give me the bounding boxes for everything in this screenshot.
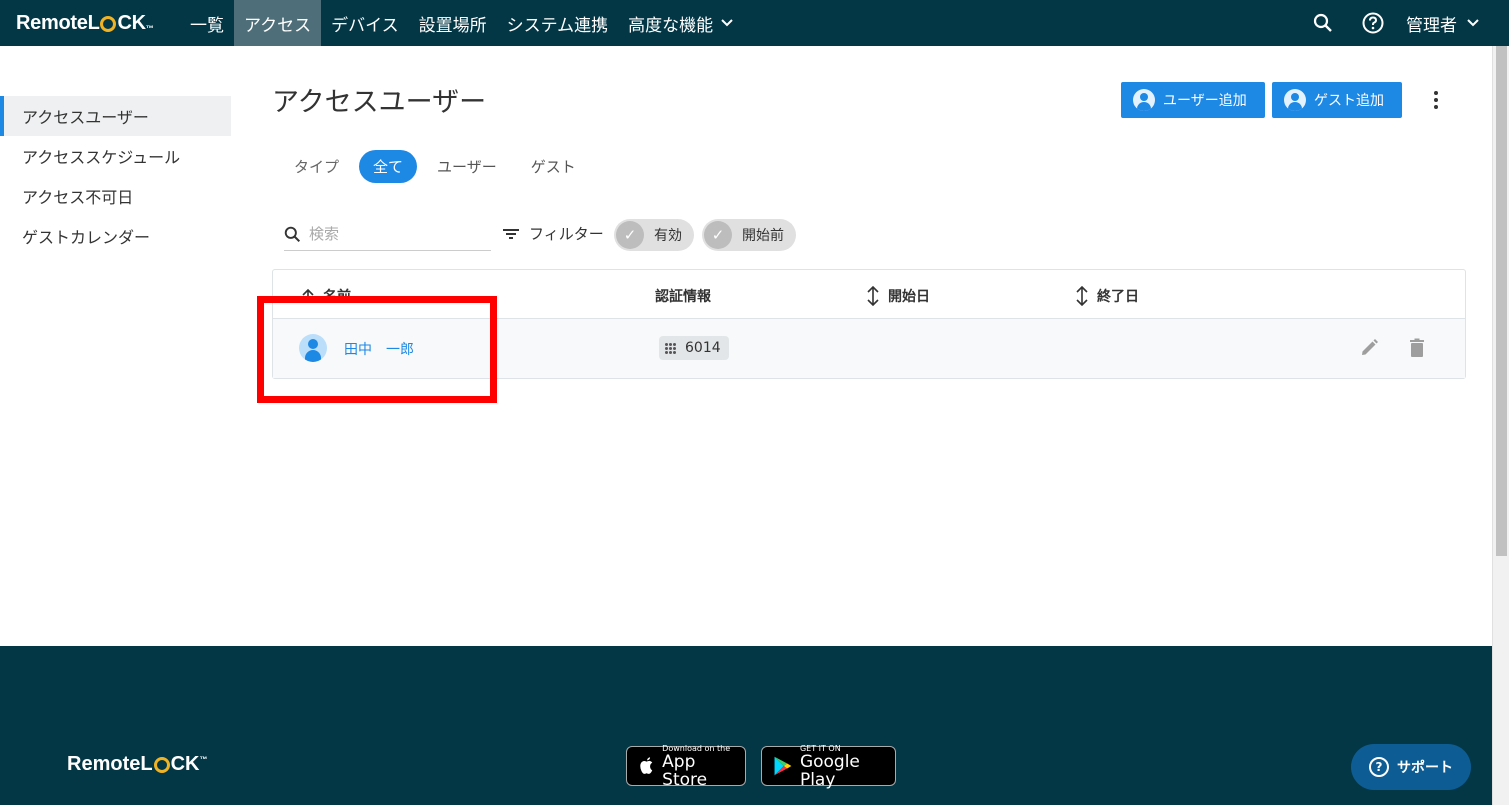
filter-chip-upcoming[interactable]: ✓ 開始前 bbox=[702, 219, 796, 251]
sidebar-item-label: アクセスユーザー bbox=[22, 108, 149, 127]
nav-label: デバイス bbox=[331, 15, 399, 36]
sidebar-item-access-schedule[interactable]: アクセススケジュール bbox=[0, 136, 231, 176]
nav-label: 高度な機能 bbox=[628, 15, 714, 36]
nav-label: アクセス bbox=[244, 15, 312, 36]
brand-name-l: L bbox=[87, 11, 100, 34]
chip-label: 有効 bbox=[654, 228, 682, 244]
sidebar: アクセスユーザー アクセススケジュール アクセス不可日 ゲストカレンダー bbox=[0, 96, 231, 256]
page-scrollbar[interactable] bbox=[1492, 46, 1509, 805]
chip-label: 開始前 bbox=[742, 228, 784, 244]
nav-label: システム連携 bbox=[506, 15, 609, 36]
column-start-date[interactable]: 開始日 bbox=[866, 286, 930, 306]
search-icon bbox=[284, 226, 301, 242]
user-avatar-icon bbox=[1133, 89, 1155, 111]
edit-pencil-icon[interactable] bbox=[1358, 337, 1380, 359]
scrollbar-thumb[interactable] bbox=[1496, 46, 1507, 556]
add-guest-button[interactable]: ゲスト追加 bbox=[1272, 82, 1402, 118]
add-user-button[interactable]: ユーザー追加 bbox=[1121, 82, 1265, 118]
top-nav-bar: Remote L CK ™ 一覧 アクセス デバイス 設置場所 システム連携 高度な機… bbox=[0, 0, 1509, 46]
brand-name-left: Remote bbox=[16, 11, 88, 34]
credential-value: 6014 bbox=[685, 340, 721, 356]
sidebar-item-label: アクセス不可日 bbox=[22, 188, 134, 207]
sidebar-item-access-users[interactable]: アクセスユーザー bbox=[0, 96, 231, 136]
pin-credential-badge: 6014 bbox=[659, 336, 729, 360]
chevron-down-icon bbox=[721, 19, 733, 27]
filter-button[interactable]: フィルター bbox=[503, 223, 604, 244]
nav-label: 設置場所 bbox=[418, 15, 487, 36]
add-user-label: ユーザー追加 bbox=[1163, 93, 1247, 109]
nav-label: 一覧 bbox=[190, 15, 224, 36]
main-nav: 一覧 アクセス デバイス 設置場所 システム連携 高度な機能 bbox=[180, 0, 743, 46]
sidebar-item-guest-calendar[interactable]: ゲストカレンダー bbox=[0, 216, 231, 256]
add-guest-label: ゲスト追加 bbox=[1314, 93, 1384, 109]
google-play-icon bbox=[774, 756, 792, 776]
tab-users[interactable]: ユーザー bbox=[423, 150, 511, 183]
help-icon[interactable] bbox=[1362, 12, 1384, 34]
app-store-badge[interactable]: Download on the App Store bbox=[626, 744, 746, 789]
apple-icon bbox=[640, 757, 653, 774]
nav-item-integrations[interactable]: システム連携 bbox=[497, 0, 619, 46]
support-label: サポート bbox=[1397, 760, 1453, 776]
sidebar-item-label: アクセススケジュール bbox=[22, 148, 181, 167]
brand-logo[interactable]: Remote L CK ™ bbox=[0, 12, 180, 35]
type-label: タイプ bbox=[294, 158, 340, 176]
footer: Remote L CK ™ Download on the App Store GET… bbox=[0, 646, 1492, 805]
column-credential: 認証情報 bbox=[655, 289, 711, 305]
support-button[interactable]: ? サポート bbox=[1351, 744, 1471, 790]
page-title: アクセスユーザー bbox=[272, 87, 487, 118]
nav-item-devices[interactable]: デバイス bbox=[321, 0, 409, 46]
lock-icon bbox=[100, 16, 117, 32]
nav-item-overview[interactable]: 一覧 bbox=[180, 0, 234, 46]
type-tabs: タイプ 全て ユーザー ゲスト bbox=[280, 150, 596, 183]
tab-guests[interactable]: ゲスト bbox=[517, 150, 590, 183]
admin-label: 管理者 bbox=[1406, 15, 1457, 36]
sidebar-item-label: ゲストカレンダー bbox=[22, 228, 151, 247]
check-icon: ✓ bbox=[704, 221, 732, 249]
help-icon: ? bbox=[1369, 757, 1389, 777]
admin-menu[interactable]: 管理者 bbox=[1406, 11, 1479, 36]
search-icon[interactable] bbox=[1312, 12, 1334, 34]
guest-avatar-icon bbox=[1284, 89, 1306, 111]
trademark: ™ bbox=[145, 23, 154, 33]
filter-chip-active[interactable]: ✓ 有効 bbox=[614, 219, 694, 251]
brand-name-tail: CK bbox=[117, 11, 146, 34]
sidebar-item-blackout-dates[interactable]: アクセス不可日 bbox=[0, 176, 231, 216]
more-options-icon[interactable] bbox=[1428, 88, 1444, 112]
sort-icon bbox=[867, 286, 879, 306]
column-end-date[interactable]: 終了日 bbox=[1075, 286, 1139, 306]
chevron-down-icon bbox=[1467, 19, 1479, 27]
sort-icon bbox=[1076, 286, 1088, 306]
annotation-highlight-box bbox=[257, 296, 497, 403]
search-field bbox=[284, 218, 491, 251]
nav-item-locations[interactable]: 設置場所 bbox=[409, 0, 497, 46]
filter-label: フィルター bbox=[529, 225, 604, 243]
nav-item-advanced[interactable]: 高度な機能 bbox=[618, 0, 743, 46]
google-play-badge[interactable]: GET IT ON Google Play bbox=[761, 744, 896, 789]
footer-logo[interactable]: Remote L CK ™ bbox=[67, 753, 207, 776]
lock-icon bbox=[153, 756, 170, 773]
trash-icon[interactable] bbox=[1406, 337, 1428, 359]
search-input[interactable] bbox=[309, 225, 479, 243]
keypad-icon bbox=[665, 341, 677, 355]
nav-item-access[interactable]: アクセス bbox=[234, 0, 322, 46]
filter-icon bbox=[503, 228, 519, 240]
check-icon: ✓ bbox=[616, 221, 644, 249]
tab-all[interactable]: 全て bbox=[359, 150, 418, 183]
